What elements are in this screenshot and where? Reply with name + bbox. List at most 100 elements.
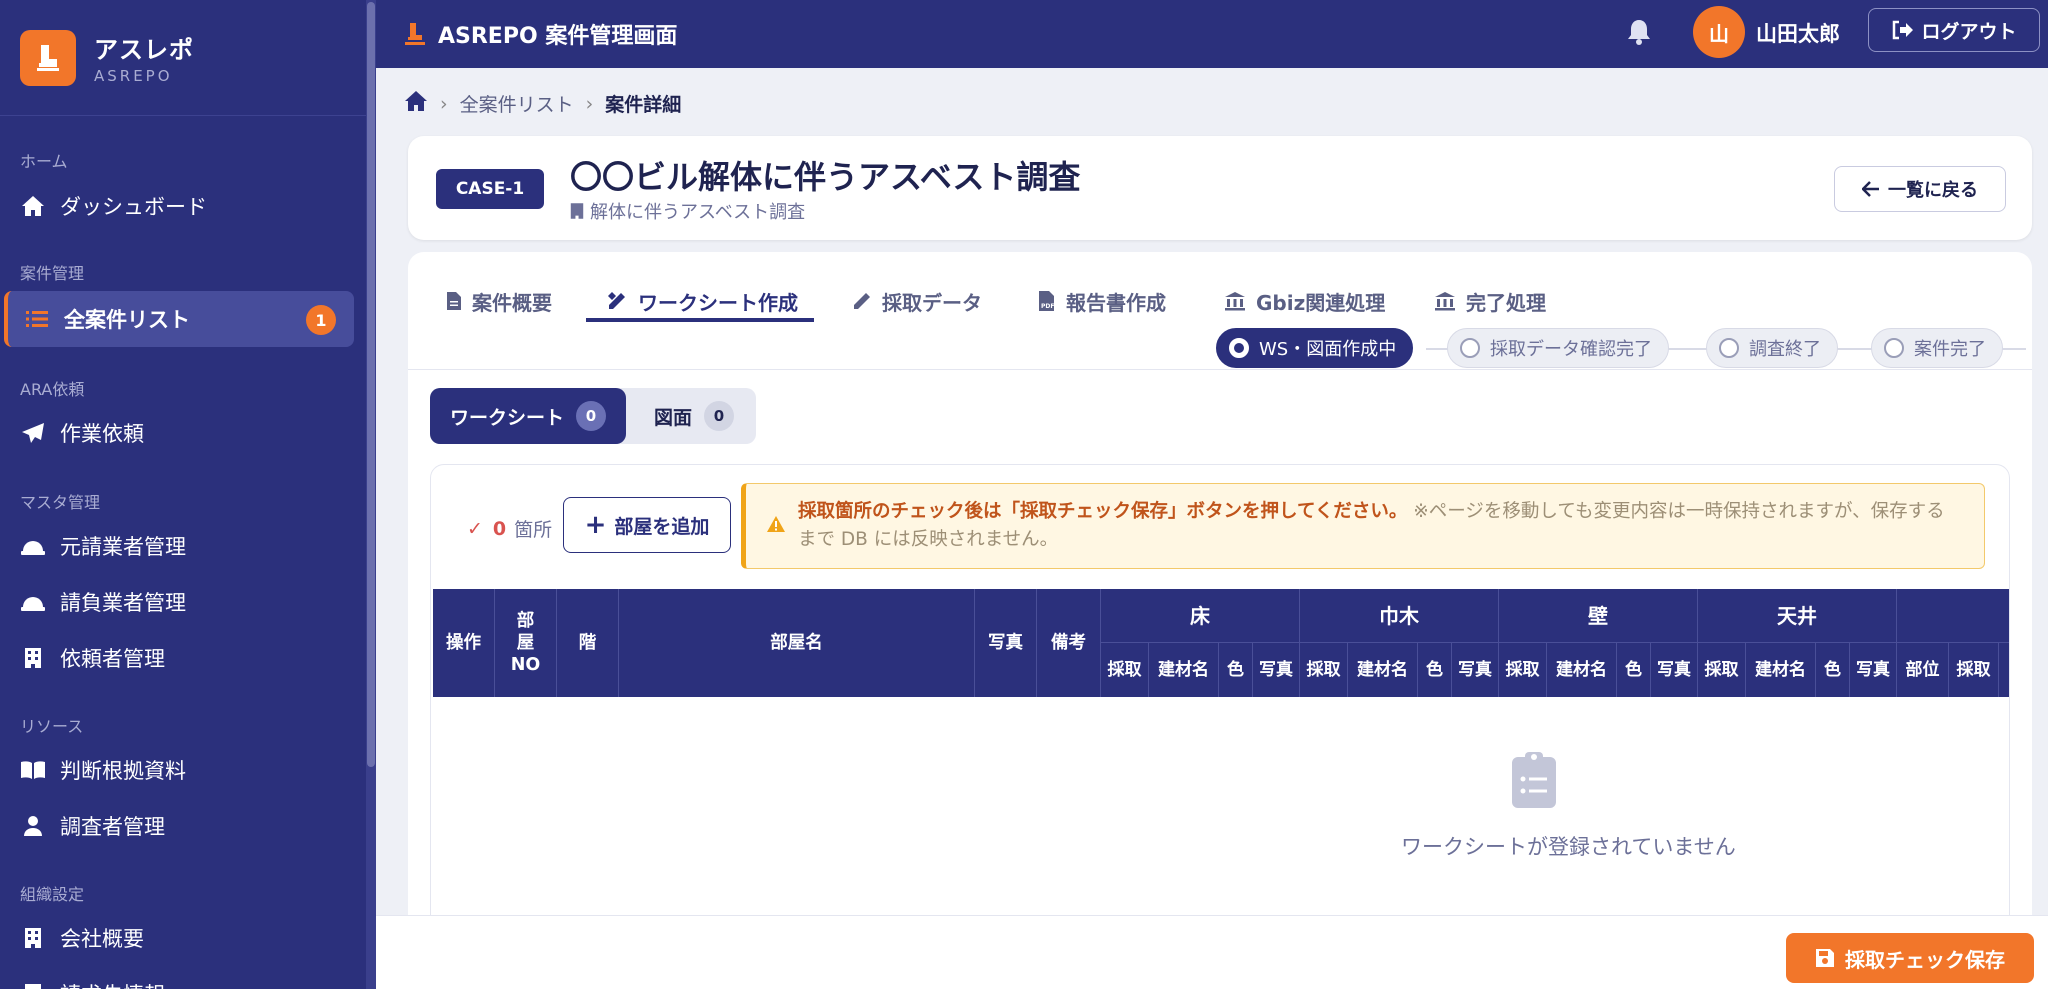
sub-header: 色 — [1816, 643, 1850, 697]
status-ws-drawing[interactable]: WS・図面作成中 — [1216, 328, 1414, 368]
logout-label: ログアウト — [1921, 20, 2017, 43]
sidebar-item-subcontractor[interactable]: 請負業者管理 — [4, 574, 354, 630]
landmark-icon — [1224, 291, 1246, 311]
sidebar-item-work-request[interactable]: 作業依頼 — [4, 405, 354, 461]
save-icon — [1815, 948, 1835, 968]
count-badge: 0 — [576, 401, 607, 431]
building-icon — [20, 925, 46, 951]
tab-completion[interactable]: 完了処理 — [1434, 272, 1546, 330]
tab-overview[interactable]: 案件概要 — [446, 272, 552, 330]
sidebar-item-all-cases[interactable]: 全案件リスト 1 — [4, 291, 354, 347]
sidebar-item-label: 元請業者管理 — [60, 535, 186, 559]
sidebar-item-label: 会社概要 — [60, 927, 144, 951]
sidebar-item-company[interactable]: 会社概要 — [4, 910, 354, 966]
sub-header: 採取 — [1698, 643, 1746, 697]
bell-icon[interactable] — [1626, 18, 1652, 50]
column-header: 備考 — [1037, 589, 1101, 697]
brand[interactable]: アスレポ ASREPO — [0, 0, 376, 116]
home-icon[interactable] — [404, 90, 428, 117]
worksheet-table-header: 操作 部屋NO 階 部屋名 写真 備考 床 巾木 壁 天井 採取 建材名 色 写… — [433, 589, 2009, 697]
nav-section-home: ホーム — [20, 152, 68, 171]
sidebar-item-billing[interactable]: 請求先情報 — [4, 966, 354, 989]
sub-header: 部位 — [1897, 643, 1949, 697]
sidebar-item-investigators[interactable]: 調査者管理 — [4, 798, 354, 854]
avatar[interactable]: 山 — [1693, 6, 1745, 58]
status-sampling-confirmed[interactable]: 採取データ確認完了 — [1447, 328, 1669, 368]
column-header: 写真 — [975, 589, 1037, 697]
sidebar-item-judgment-docs[interactable]: 判断根拠資料 — [4, 742, 354, 798]
tab-gbiz[interactable]: Gbiz関連処理 — [1224, 272, 1385, 330]
sidebar-item-label: 作業依頼 — [60, 422, 144, 446]
scrollbar-thumb[interactable] — [367, 2, 375, 767]
microscope-icon — [402, 21, 428, 47]
arrow-left-icon — [1862, 181, 1880, 197]
case-subtitle: 解体に伴うアスベスト調査 — [590, 202, 806, 223]
status-survey-ended[interactable]: 調査終了 — [1706, 328, 1838, 368]
add-room-button[interactable]: + 部屋を追加 — [563, 497, 731, 553]
sub-header: 色 — [1418, 643, 1452, 697]
app-title: ASREPO 案件管理画面 — [438, 24, 678, 49]
add-room-label: 部屋を追加 — [614, 515, 710, 538]
sidebar-item-label: 調査者管理 — [60, 815, 165, 839]
pencil-ruler-icon — [606, 290, 628, 312]
tab-label: 案件概要 — [472, 290, 552, 315]
sidebar-scrollbar[interactable] — [366, 0, 376, 989]
list-icon — [24, 306, 50, 332]
empty-state-message: ワークシートが登録されていません — [1401, 835, 1736, 859]
sub-header: 採取 — [1949, 643, 1999, 697]
sub-header: 写真 — [1452, 643, 1499, 697]
tab-label: 完了処理 — [1466, 290, 1546, 315]
nav-section-resources: リソース — [20, 717, 84, 736]
user-tie-icon — [20, 813, 46, 839]
sub-header: 建材名 — [1149, 643, 1219, 697]
segment-label: ワークシート — [450, 406, 565, 429]
tab-label: ワークシート作成 — [638, 290, 798, 315]
home-icon — [20, 193, 46, 219]
tab-sampling-data[interactable]: 採取データ — [852, 272, 982, 330]
sub-header: 採取 — [1101, 643, 1149, 697]
radio-empty-icon — [1460, 338, 1480, 358]
save-label: 採取チェック保存 — [1845, 947, 2005, 972]
status-label: 採取データ確認完了 — [1490, 339, 1652, 360]
sidebar: アスレポ ASREPO ホーム ダッシュボード 案件管理 全案件リスト 1 AR… — [0, 0, 376, 989]
hard-hat-icon — [20, 589, 46, 615]
sidebar-item-requester[interactable]: 依頼者管理 — [4, 630, 354, 686]
breadcrumb-link[interactable]: 全案件リスト — [460, 90, 574, 117]
sidebar-item-dashboard[interactable]: ダッシュボード — [4, 178, 354, 234]
back-to-list-button[interactable]: 一覧に戻る — [1834, 166, 2006, 212]
file-icon — [446, 291, 462, 311]
column-header: 操作 — [433, 589, 495, 697]
pen-icon — [852, 291, 872, 311]
breadcrumb: › 全案件リスト › 案件詳細 — [404, 90, 681, 117]
case-header-card: CASE-1 〇〇ビル解体に伴うアスベスト調査 解体に伴うアスベスト調査 一覧に… — [408, 136, 2032, 240]
worksheet-toggle-button[interactable]: ワークシート 0 — [430, 388, 626, 444]
tab-label: Gbiz関連処理 — [1256, 290, 1386, 315]
drawing-toggle-button[interactable]: 図面 0 — [654, 388, 735, 444]
worksheet-panel: ✓ 0 箇所 + 部屋を追加 採取箇所のチェック後は「採取チェック保存」ボタンを… — [430, 464, 2010, 989]
sub-header: 採取 — [1499, 643, 1547, 697]
save-sampling-check-button[interactable]: 採取チェック保存 — [1786, 933, 2034, 983]
building-icon — [20, 645, 46, 671]
breadcrumb-current: 案件詳細 — [605, 94, 682, 116]
sidebar-item-label: ダッシュボード — [60, 195, 207, 219]
tab-report[interactable]: PDF 報告書作成 — [1038, 272, 1166, 330]
nav-section-ara: ARA依頼 — [20, 380, 85, 399]
sidebar-item-prime-contractor[interactable]: 元請業者管理 — [4, 518, 354, 574]
radio-empty-icon — [1884, 338, 1904, 358]
nav-section-cases: 案件管理 — [20, 264, 85, 283]
page-title: 〇〇ビル解体に伴うアスベスト調査 — [570, 158, 1081, 196]
column-header: 階 — [557, 589, 619, 697]
brand-logo-icon — [20, 29, 76, 86]
count-badge: 0 — [704, 401, 735, 431]
sidebar-item-label: 全案件リスト — [64, 308, 190, 332]
file-pdf-icon: PDF — [1038, 290, 1056, 312]
logout-button[interactable]: ログアウト — [1868, 8, 2040, 52]
clipboard-list-icon — [1511, 751, 1557, 813]
radio-selected-icon — [1229, 338, 1249, 358]
status-case-complete[interactable]: 案件完了 — [1871, 328, 2003, 368]
warning-icon — [766, 514, 786, 542]
paper-plane-icon — [20, 420, 46, 446]
building-icon — [20, 981, 46, 989]
user-name[interactable]: 山田太郎 — [1756, 18, 1840, 48]
sampling-count: ✓ 0 箇所 — [467, 515, 552, 542]
